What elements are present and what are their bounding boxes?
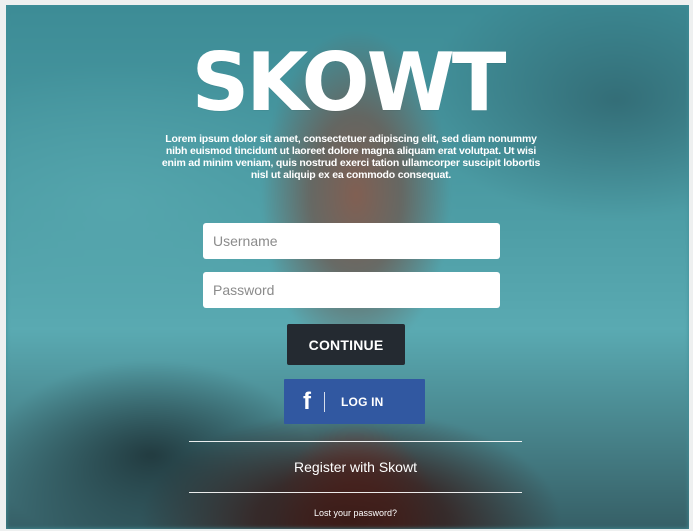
continue-button[interactable]: CONTINUE <box>287 324 405 365</box>
skowt-logo: SKOWT <box>191 36 507 129</box>
bottom-divider <box>189 492 522 493</box>
facebook-login-button[interactable]: f LOG IN <box>284 379 425 424</box>
login-screen: SKOWT Lorem ipsum dolor sit amet, consec… <box>6 5 689 529</box>
top-divider <box>189 441 522 442</box>
password-input[interactable] <box>203 272 500 308</box>
register-link[interactable]: Register with Skowt <box>189 459 522 475</box>
lost-password-link[interactable]: Lost your password? <box>189 508 522 518</box>
facebook-login-label: LOG IN <box>341 394 384 409</box>
intro-text: Lorem ipsum dolor sit amet, consectetuer… <box>161 133 541 181</box>
facebook-icon: f <box>303 387 311 415</box>
facebook-button-separator <box>324 391 325 412</box>
username-input[interactable] <box>203 223 500 259</box>
